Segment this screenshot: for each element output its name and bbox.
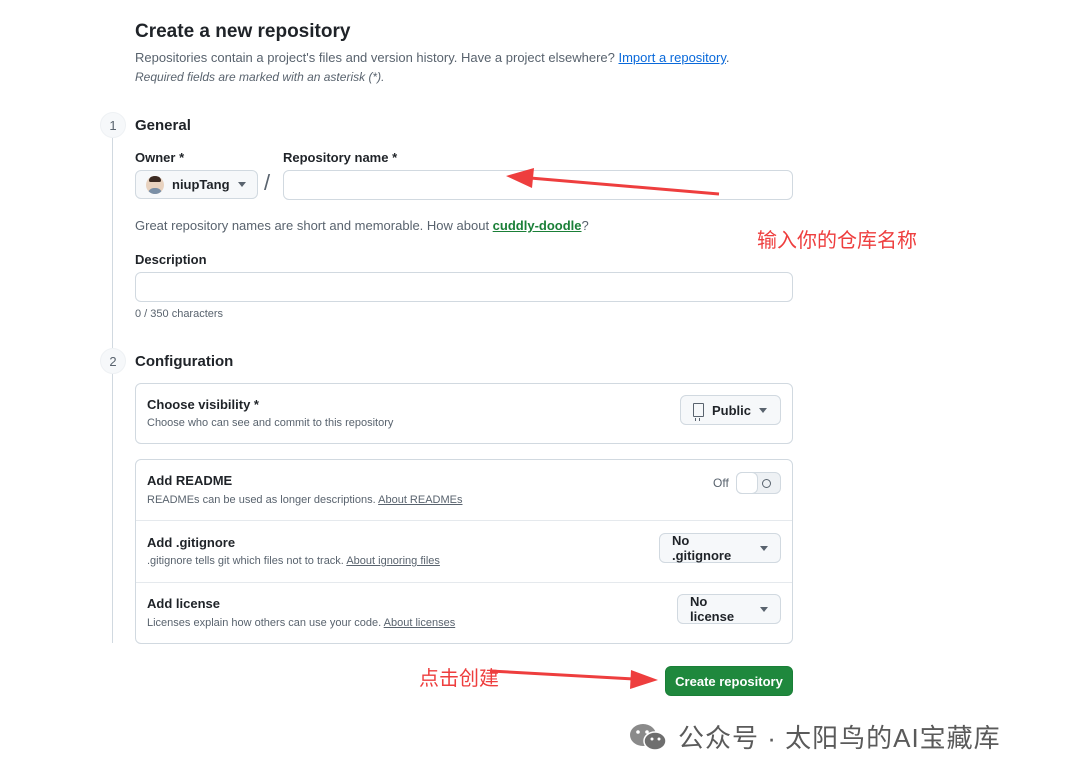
annotation-arrows (489, 168, 720, 689)
watermark: 公众号 · 太阳鸟的AI宝藏库 (628, 718, 1001, 755)
wechat-icon (630, 723, 667, 751)
arrow-to-create-button (489, 669, 658, 689)
arrow-to-repo-name (506, 168, 720, 196)
annotation-create-tip: 点击创建 (419, 668, 499, 690)
annotation-repo-name-tip: 输入你的仓库名称 (757, 230, 917, 252)
watermark-text: 公众号 · 太阳鸟的AI宝藏库 (678, 723, 1001, 753)
